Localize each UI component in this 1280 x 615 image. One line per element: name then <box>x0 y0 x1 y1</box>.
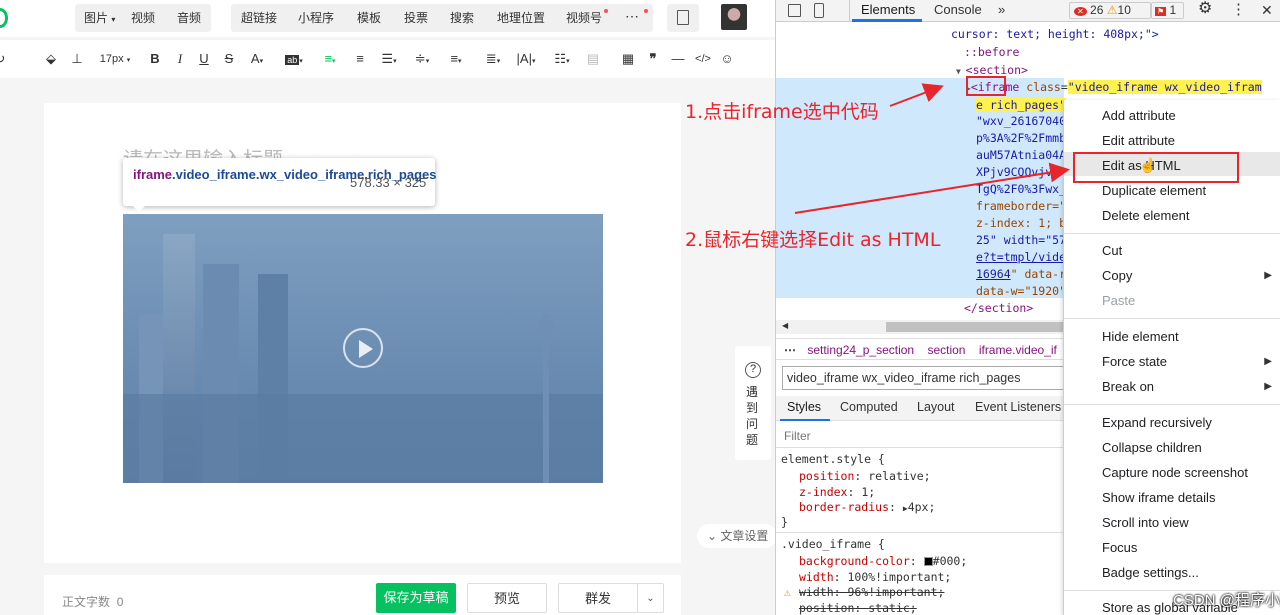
annotation-step-1: 1.点击iframe选中代码 <box>685 101 879 123</box>
annotation-arrow <box>889 83 944 107</box>
annotation-arrows <box>794 83 1070 214</box>
annotation-step-2: 2.鼠标右键选择Edit as HTML <box>685 229 941 251</box>
page: 图片 ▾ 视频 音频 超链接 小程序 模板 投票 搜索 地理位置 视频号 ⋯ ↻… <box>0 0 1280 615</box>
watermark: CSDN @程序小菜鸟 <box>1173 592 1280 609</box>
annotation-arrow <box>794 162 1070 214</box>
